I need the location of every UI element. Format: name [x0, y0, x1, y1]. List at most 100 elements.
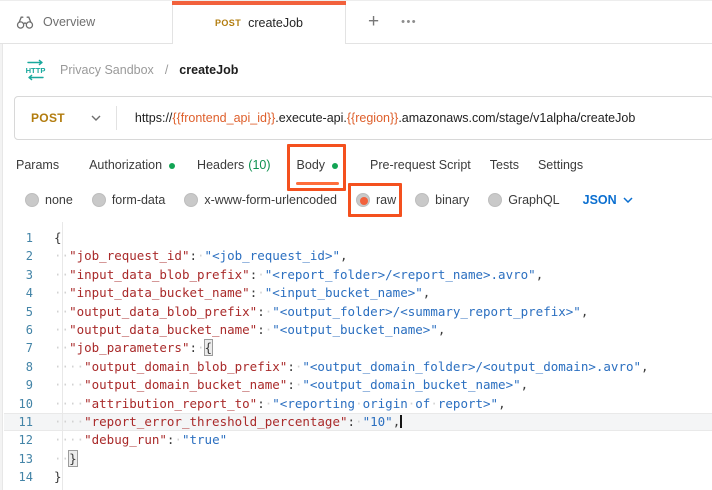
green-status-dot	[332, 163, 338, 169]
code-token: ·	[355, 396, 363, 411]
code-line[interactable]: 9····"output_domain_bucket_name":·"<outp…	[4, 376, 712, 394]
tab-label: Settings	[538, 158, 583, 172]
code-text: ··"output_data_blob_prefix":·"<output_fo…	[46, 303, 588, 321]
url-text[interactable]: https://{{frontend_api_id}}.execute-api.…	[135, 111, 635, 125]
code-token: ·	[197, 248, 205, 263]
code-token: ·	[257, 267, 265, 282]
tab-overview[interactable]: Overview	[0, 1, 172, 43]
mode-raw[interactable]: raw	[356, 191, 396, 209]
code-token: ,	[423, 285, 431, 300]
json-key: "input_data_bucket_name"	[69, 285, 250, 300]
workspace-tab-bar: Overview POST createJob + •••	[0, 0, 712, 44]
green-status-dot	[169, 163, 175, 169]
json-key: "report_error_threshold_percentage"	[84, 414, 347, 429]
json-key: "input_data_blob_prefix"	[69, 267, 250, 282]
json-key: "output_domain_blob_prefix"	[84, 359, 287, 374]
tab-pre-request-script[interactable]: Pre-request Script	[370, 155, 471, 175]
code-line[interactable]: 6··"output_data_bucket_name":·"<output_b…	[4, 321, 712, 339]
tab-headers[interactable]: Headers(10)	[197, 155, 270, 175]
line-number: 8	[4, 358, 46, 376]
code-line[interactable]: 1{	[4, 229, 712, 247]
code-token: :	[257, 304, 265, 319]
radio-button[interactable]	[356, 193, 370, 207]
mode-binary[interactable]: binary	[415, 191, 469, 209]
line-number: 4	[4, 284, 46, 302]
code-token: :	[189, 248, 197, 263]
code-text: ··"job_parameters":·{	[46, 339, 212, 357]
chevron-down-icon	[623, 197, 633, 203]
radio-button[interactable]	[488, 193, 502, 207]
request-url-bar: POST https://{{frontend_api_id}}.execute…	[14, 96, 712, 140]
code-token: :	[287, 377, 295, 392]
code-token: ····	[54, 432, 84, 447]
json-value: of	[415, 396, 430, 411]
http-request-icon: HTTP	[22, 59, 49, 81]
code-text: }	[46, 468, 62, 486]
code-line[interactable]: 13··}	[4, 450, 712, 468]
tab-tests[interactable]: Tests	[490, 155, 519, 175]
code-line[interactable]: 7··"job_parameters":·{	[4, 339, 712, 357]
json-key: "output_data_bucket_name"	[69, 322, 257, 337]
code-token: }	[69, 451, 77, 466]
code-text: ····"output_domain_blob_prefix":·"<outpu…	[46, 358, 649, 376]
code-text: ··"job_request_id":·"<job_request_id>",	[46, 247, 348, 265]
json-value: "<reporting	[272, 396, 355, 411]
tab-settings[interactable]: Settings	[538, 155, 583, 175]
radio-button[interactable]	[184, 193, 198, 207]
code-line[interactable]: 4··"input_data_bucket_name":·"<input_buc…	[4, 284, 712, 302]
tab-body[interactable]: Body	[297, 155, 339, 175]
code-line[interactable]: 2··"job_request_id":·"<job_request_id>",	[4, 247, 712, 265]
line-number: 7	[4, 339, 46, 357]
tab-label: Authorization	[89, 158, 162, 172]
code-line[interactable]: 5··"output_data_blob_prefix":·"<output_f…	[4, 303, 712, 321]
tab-params[interactable]: Params	[16, 155, 59, 175]
language-select[interactable]: JSON	[583, 193, 633, 207]
code-line[interactable]: 14}	[4, 468, 712, 486]
url-segment: .execute-api.	[275, 111, 347, 125]
radio-button[interactable]	[25, 193, 39, 207]
svg-text:HTTP: HTTP	[26, 66, 46, 75]
tab-createjob[interactable]: POST createJob	[172, 1, 346, 44]
json-value: "10"	[363, 414, 393, 429]
mode-graphql[interactable]: GraphQL	[488, 191, 559, 209]
code-line[interactable]: 8····"output_domain_blob_prefix":·"<outp…	[4, 358, 712, 376]
breadcrumb-request-name[interactable]: createJob	[179, 63, 238, 77]
breadcrumb-collection[interactable]: Privacy Sandbox	[60, 63, 154, 77]
line-number: 2	[4, 247, 46, 265]
mode-label: none	[45, 193, 73, 207]
radio-button[interactable]	[415, 193, 429, 207]
code-line[interactable]: 3··"input_data_blob_prefix":·"<report_fo…	[4, 266, 712, 284]
json-key: "job_parameters"	[69, 340, 189, 355]
radio-button[interactable]	[92, 193, 106, 207]
code-token: {	[205, 340, 213, 355]
code-token: ,	[438, 322, 446, 337]
body-editor[interactable]: 1{2··"job_request_id":·"<job_request_id>…	[4, 222, 712, 490]
body-mode-row: none form-data x-www-form-urlencoded raw bin…	[25, 186, 712, 214]
new-tab-button[interactable]: +	[360, 11, 387, 33]
tab-options-button[interactable]: •••	[393, 16, 425, 28]
code-token: ·	[430, 396, 438, 411]
json-value: "<output_folder>/<summary_report_prefix>…	[272, 304, 581, 319]
mode-x-www-form-urlencoded[interactable]: x-www-form-urlencoded	[184, 191, 337, 209]
overview-icon	[16, 14, 34, 30]
code-line[interactable]: 11····"report_error_threshold_percentage…	[4, 413, 712, 431]
mode-form-data[interactable]: form-data	[92, 191, 166, 209]
divider	[116, 106, 117, 130]
code-token: ,	[393, 414, 401, 429]
mode-label: GraphQL	[508, 193, 559, 207]
json-key: "attribution_report_to"	[84, 396, 257, 411]
code-token: ,	[521, 377, 529, 392]
mode-none[interactable]: none	[25, 191, 73, 209]
json-value: "true"	[182, 432, 227, 447]
json-value: "<input_bucket_name>"	[265, 285, 423, 300]
code-line[interactable]: 10····"attribution_report_to":·"<reporti…	[4, 395, 712, 413]
json-key: "debug_run"	[84, 432, 167, 447]
chevron-down-icon[interactable]	[91, 115, 101, 121]
code-token: :	[257, 322, 265, 337]
code-line[interactable]: 12····"debug_run":·"true"	[4, 431, 712, 449]
line-number: 14	[4, 468, 46, 486]
url-segment: https://	[135, 111, 173, 125]
tab-authorization[interactable]: Authorization	[89, 155, 175, 175]
method-selector[interactable]: POST	[31, 111, 65, 125]
code-token: ,	[641, 359, 649, 374]
